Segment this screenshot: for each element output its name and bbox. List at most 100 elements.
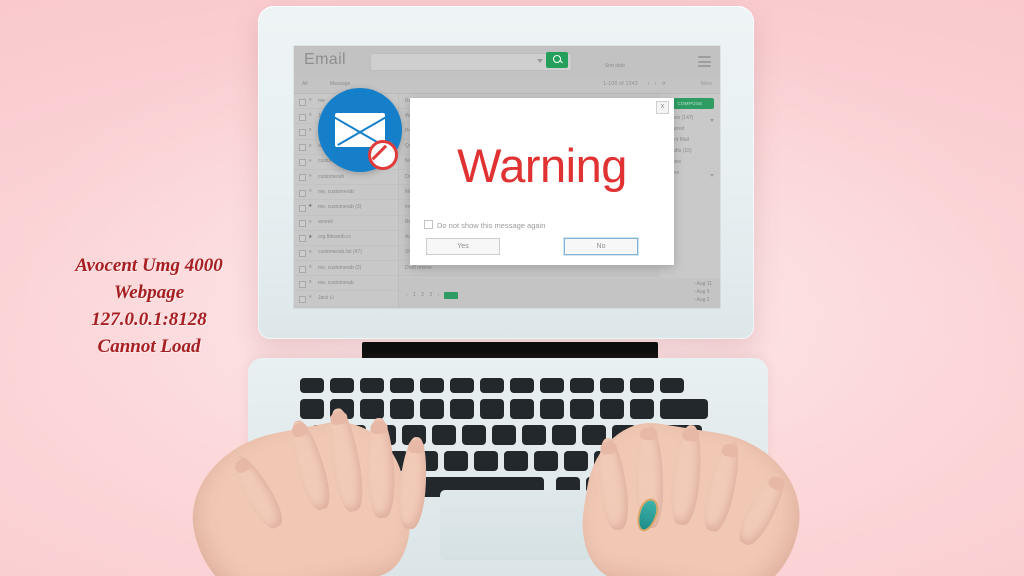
chevron-down-icon[interactable]: [710, 174, 714, 177]
page-controls[interactable]: ‹ 1 2 3 ›: [406, 292, 441, 298]
keyboard-key[interactable]: [300, 378, 324, 393]
search-input[interactable]: [370, 53, 572, 71]
keyboard-key[interactable]: [534, 451, 558, 471]
keyboard-key[interactable]: [492, 425, 516, 445]
keyboard-key[interactable]: [540, 399, 564, 419]
hamburger-icon[interactable]: [698, 56, 711, 70]
keyboard-key[interactable]: [630, 399, 654, 419]
message-checkbox[interactable]: [299, 144, 306, 152]
star-icon[interactable]: ★: [308, 295, 313, 300]
yes-button[interactable]: Yes: [426, 238, 500, 255]
message-list-item[interactable]: ★ Jack Li: [294, 291, 398, 307]
message-checkbox[interactable]: [299, 204, 306, 212]
chevron-down-icon[interactable]: [537, 59, 543, 63]
keyboard-key[interactable]: [360, 378, 384, 393]
keyboard-key[interactable]: [330, 378, 354, 393]
message-list-item[interactable]: ★ ameeli: [294, 216, 398, 231]
checkbox-box[interactable]: [424, 220, 433, 229]
star-icon[interactable]: ★: [308, 143, 313, 149]
star-icon[interactable]: ★: [308, 173, 313, 179]
keyboard-key[interactable]: [600, 378, 624, 393]
close-icon[interactable]: x: [656, 101, 669, 114]
keyboard-key[interactable]: [300, 399, 324, 419]
keyboard-key[interactable]: [432, 425, 456, 445]
star-icon[interactable]: ★: [308, 234, 313, 240]
page-active-button[interactable]: [444, 292, 458, 299]
message-checkbox[interactable]: [299, 189, 306, 197]
dialog-title: Warning: [457, 139, 627, 192]
star-icon[interactable]: ★: [308, 204, 313, 209]
keyboard-key[interactable]: [564, 451, 588, 471]
keyboard-key[interactable]: [444, 451, 468, 471]
keyboard-key[interactable]: [552, 425, 576, 445]
message-checkbox[interactable]: [299, 295, 306, 303]
keyboard-key[interactable]: [660, 399, 708, 419]
keyboard-key[interactable]: [450, 378, 474, 393]
message-checkbox[interactable]: [299, 220, 306, 227]
keyboard-key[interactable]: [462, 425, 486, 445]
do-not-show-again-checkbox[interactable]: Do not show this message again: [424, 220, 545, 230]
message-list-item[interactable]: ★ customerab.list (47): [294, 246, 398, 262]
star-icon[interactable]: ★: [308, 219, 313, 225]
select-all-label[interactable]: All: [302, 81, 308, 87]
keyboard-key[interactable]: [522, 425, 546, 445]
toolbar-nav-icons[interactable]: ‹ › ⟳: [648, 81, 668, 87]
message-checkbox[interactable]: [299, 265, 306, 273]
keyboard-key[interactable]: [420, 378, 444, 393]
message-checkbox[interactable]: [299, 174, 306, 182]
keyboard-key[interactable]: [600, 399, 624, 419]
message-checkbox[interactable]: [299, 98, 306, 106]
message-checkbox[interactable]: [299, 128, 306, 136]
message-list-item[interactable]: ★ me, customerab: [294, 185, 398, 201]
keyboard-key[interactable]: [480, 378, 504, 393]
keyboard-key[interactable]: [504, 451, 528, 471]
message-checkbox[interactable]: [299, 250, 306, 258]
chevron-down-icon[interactable]: [710, 119, 714, 122]
star-icon[interactable]: ★: [308, 158, 313, 164]
sort-label[interactable]: Sort date: [605, 63, 625, 69]
message-checkbox[interactable]: [299, 280, 306, 288]
keyboard-key[interactable]: [510, 378, 534, 393]
message-checkbox[interactable]: [299, 235, 306, 243]
star-icon[interactable]: ★: [308, 113, 313, 118]
message-sender: me, customerab (3): [318, 203, 362, 210]
star-icon[interactable]: ★: [308, 189, 313, 194]
keyboard-key[interactable]: [390, 378, 414, 393]
message-list-item[interactable]: ★ customerab: [294, 170, 398, 186]
star-icon[interactable]: ★: [308, 280, 313, 285]
toolbar-more-button[interactable]: More: [701, 81, 712, 87]
no-button[interactable]: No: [564, 238, 638, 255]
message-checkbox[interactable]: [299, 159, 306, 167]
star-icon[interactable]: ★: [308, 98, 313, 103]
star-icon[interactable]: ★: [308, 128, 313, 133]
keyboard-key[interactable]: [630, 378, 654, 393]
keyboard-key[interactable]: [510, 399, 534, 419]
message-list-item[interactable]: ★ me, customerab (3): [294, 200, 398, 216]
trackpad[interactable]: [440, 490, 590, 560]
app-bottom-bar: [399, 278, 720, 308]
message-row[interactable]: Re: http://app.es.html: [399, 307, 660, 308]
message-list-item[interactable]: ★ org.fbteamb.cc: [294, 231, 398, 246]
message-list-item[interactable]: ★ me, customerab: [294, 276, 398, 292]
keyboard-key[interactable]: [480, 399, 504, 419]
search-button[interactable]: [546, 52, 568, 68]
star-icon[interactable]: ★: [308, 249, 313, 255]
blocked-email-icon: [318, 88, 402, 172]
star-icon[interactable]: ★: [308, 265, 313, 270]
keyboard-key[interactable]: [474, 451, 498, 471]
keyboard-key[interactable]: [420, 399, 444, 419]
keyboard-key[interactable]: [540, 378, 564, 393]
fingernail: [720, 442, 740, 459]
keyboard-key[interactable]: [570, 378, 594, 393]
keyboard-key[interactable]: [660, 378, 684, 393]
message-checkbox[interactable]: [299, 113, 306, 121]
fingernail: [370, 420, 388, 435]
keyboard-key[interactable]: [450, 399, 474, 419]
message-list-item[interactable]: ★me, customerab (2): [294, 261, 398, 277]
keyboard-key[interactable]: [570, 399, 594, 419]
message-list-item[interactable]: ★me, customerab (2): [294, 307, 398, 308]
keyboard-key[interactable]: [360, 399, 384, 419]
message-row[interactable]: Re: http://app.es.html: [399, 291, 660, 307]
keyboard-key[interactable]: [390, 399, 414, 419]
message-row[interactable]: Follow up: [399, 276, 660, 292]
